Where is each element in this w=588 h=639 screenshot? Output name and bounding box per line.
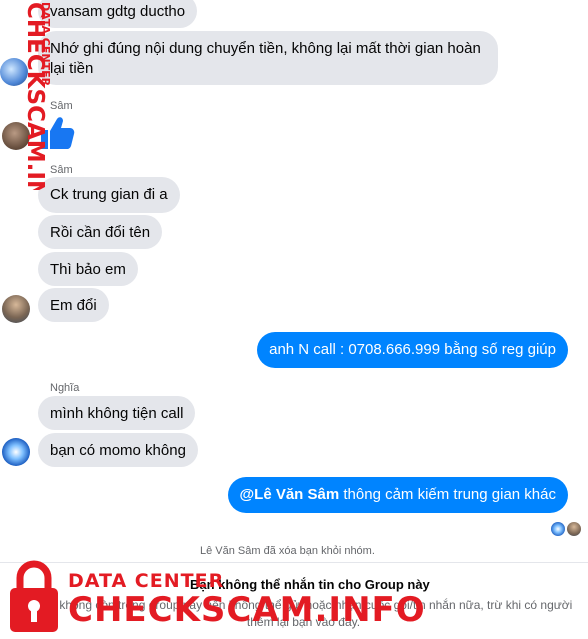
seen-avatar [567, 522, 581, 536]
message-text: vansam gdtg ductho [50, 3, 186, 20]
watermark-vertical: CHECKSCAM.INFO DATA CENTER [4, 0, 52, 234]
watermark-logo-top: DATA CENTER [68, 570, 225, 592]
avatar[interactable] [2, 438, 30, 466]
message-text: Nhớ ghi đúng nội dung chuyển tiền, không… [50, 40, 481, 77]
message-text: Ck trung gian đi a [50, 186, 168, 203]
message-bubble-incoming: Rồi cần đổi tên [38, 215, 163, 249]
message-bubble-incoming: Em đổi [38, 288, 109, 322]
sender-name: Sâm [50, 164, 73, 176]
divider [0, 562, 588, 563]
sender-name: Sâm [50, 100, 73, 112]
message-text: thông cảm kiếm trung gian khác [339, 486, 556, 503]
message-text: anh N call : 0708.666.999 bằng số reg gi… [269, 341, 556, 358]
message-text: Thì bảo em [50, 261, 126, 278]
padlock-icon [6, 558, 62, 634]
watermark-logo-main: CHECKSCAM.INFO [68, 590, 426, 630]
watermark-vertical-small: DATA CENTER [39, 2, 50, 87]
message-bubble-incoming: mình không tiện call [38, 396, 196, 430]
system-notice: Lê Văn Sâm đã xóa bạn khỏi nhóm. [200, 545, 375, 557]
message-bubble-incoming: bạn có momo không [38, 433, 198, 467]
message-bubble-incoming: vansam gdtg ductho [38, 0, 198, 28]
sender-name: Nghĩa [50, 382, 80, 394]
avatar[interactable] [2, 295, 30, 323]
message-text: bạn có momo không [50, 442, 186, 459]
message-bubble-incoming: Thì bảo em [38, 252, 138, 286]
mention-link[interactable]: @Lê Văn Sâm [240, 486, 340, 503]
message-text: mình không tiện call [50, 405, 184, 422]
seen-avatar [551, 522, 565, 536]
message-bubble-incoming: Nhớ ghi đúng nội dung chuyển tiền, không… [38, 31, 498, 85]
message-text: Rồi cần đổi tên [50, 224, 151, 241]
message-bubble-outgoing: anh N call : 0708.666.999 bằng số reg gi… [257, 332, 568, 368]
message-bubble-incoming: Ck trung gian đi a [38, 177, 180, 213]
message-bubble-outgoing: @Lê Văn Sâm thông cảm kiếm trung gian kh… [227, 477, 568, 513]
message-text: Em đổi [50, 297, 97, 314]
